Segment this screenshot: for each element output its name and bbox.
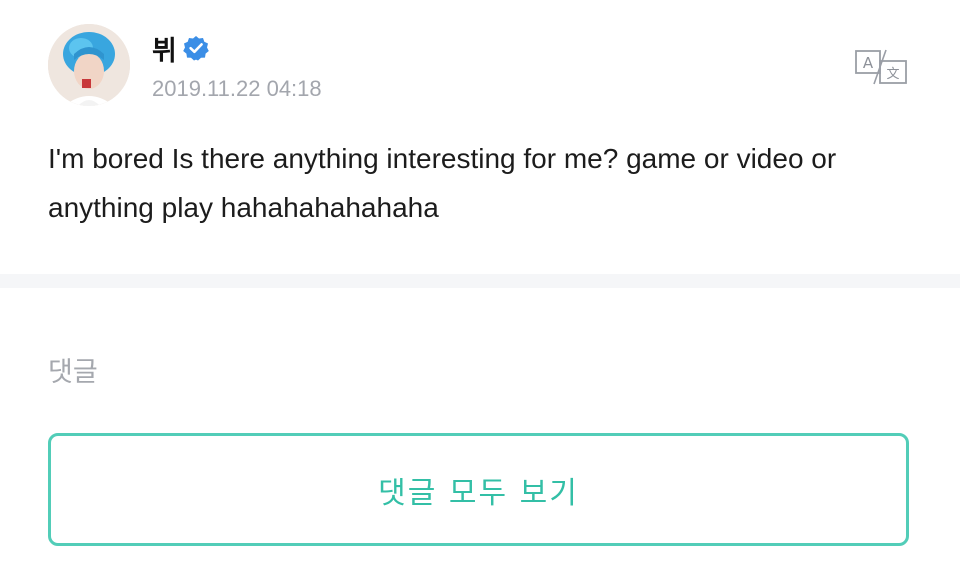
author-name-row: 뷔 (152, 29, 209, 68)
translate-icon: A 文 (855, 49, 907, 85)
section-divider (0, 274, 960, 288)
avatar[interactable] (48, 24, 130, 106)
svg-text:A: A (863, 54, 874, 72)
post-page: 뷔 2019.11.22 04:18 A 文 I'm bored Is ther… (0, 0, 960, 581)
translate-button[interactable]: A 文 (852, 46, 912, 88)
comments-section-label: 댓글 (48, 357, 98, 388)
avatar-image (48, 24, 130, 106)
post-timestamp: 2019.11.22 04:18 (152, 76, 322, 101)
post-header: 뷔 2019.11.22 04:18 A 文 (48, 24, 912, 108)
author-name[interactable]: 뷔 (152, 29, 177, 68)
svg-text:文: 文 (886, 67, 899, 82)
view-all-comments-label: 댓글 모두 보기 (378, 475, 579, 511)
view-all-comments-button[interactable]: 댓글 모두 보기 (48, 433, 909, 546)
post-body-text: I'm bored Is there anything interesting … (48, 143, 837, 223)
verified-check-icon (183, 35, 209, 61)
